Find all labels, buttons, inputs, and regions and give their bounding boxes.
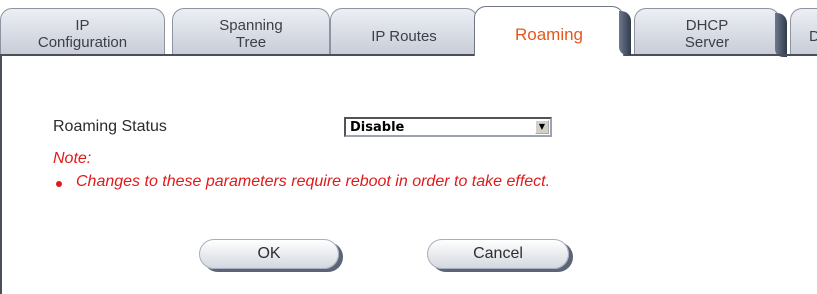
tab-label: DHCP Server	[684, 17, 730, 51]
roaming-status-label: Roaming Status	[53, 118, 167, 135]
tab-baseline	[0, 54, 817, 56]
tab-label: Spanning Tree	[219, 17, 283, 51]
bullet-icon	[56, 181, 62, 187]
roaming-status-value: Disable	[350, 120, 405, 135]
tab-label: IP Routes	[371, 28, 437, 45]
tab-strip: IP Configuration Spanning Tree IP Routes R…	[0, 0, 817, 57]
tab-dh-truncated[interactable]: DH	[790, 8, 817, 54]
note-heading: Note:	[53, 150, 92, 167]
tab-ip-routes[interactable]: IP Routes	[330, 8, 478, 54]
roaming-settings-page: IP Configuration Spanning Tree IP Routes R…	[0, 0, 817, 294]
cancel-button[interactable]: Cancel	[427, 239, 569, 269]
note-text: Changes to these parameters require rebo…	[76, 173, 551, 190]
tab-curl-decoration	[619, 11, 631, 55]
tab-curl-decoration	[775, 13, 787, 57]
tab-label: DH	[809, 28, 817, 45]
roaming-status-select[interactable]: Disable ▼	[344, 117, 552, 137]
tab-spanning-tree[interactable]: Spanning Tree	[172, 8, 330, 54]
chevron-down-icon[interactable]: ▼	[535, 120, 549, 134]
frame-left-border	[0, 54, 2, 294]
tab-label: IP Configuration	[37, 17, 128, 51]
ok-button[interactable]: OK	[199, 239, 339, 269]
tab-roaming[interactable]: Roaming	[474, 6, 631, 56]
tab-label: Roaming	[514, 25, 584, 44]
tab-ip-configuration[interactable]: IP Configuration	[0, 8, 165, 54]
tab-dhcp-server[interactable]: DHCP Server	[634, 8, 787, 57]
